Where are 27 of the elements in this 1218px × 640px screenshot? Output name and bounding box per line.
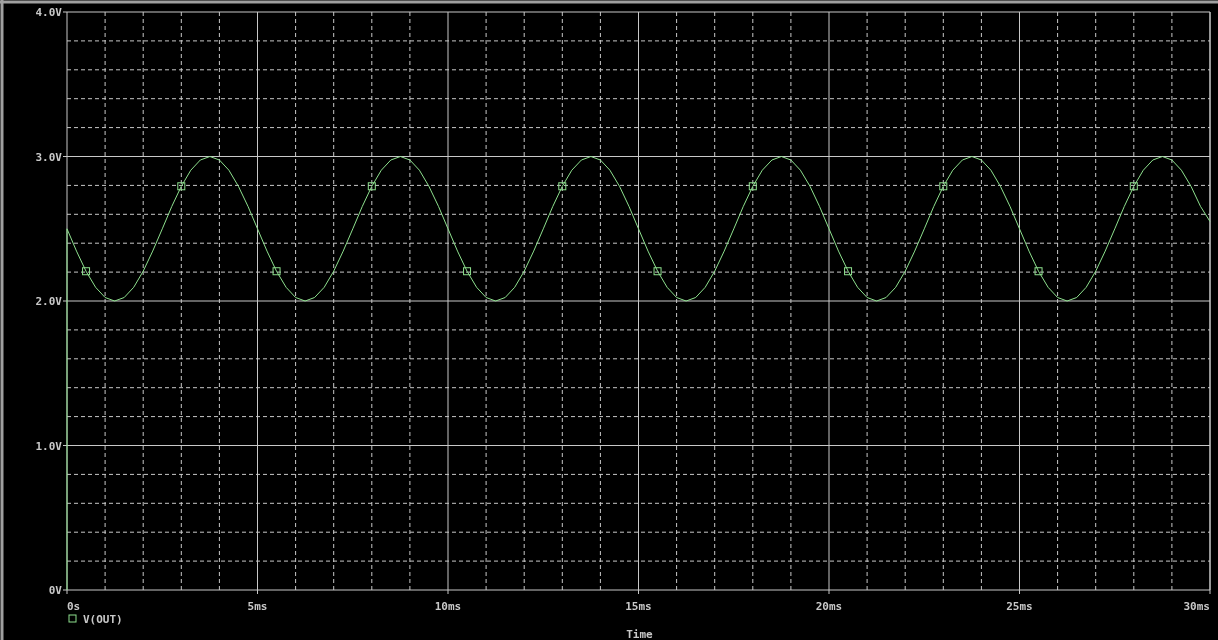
y-axis-label: 2.0V xyxy=(35,295,62,308)
data-marker xyxy=(177,182,186,191)
data-marker xyxy=(748,182,757,191)
y-axis-label: 3.0V xyxy=(35,150,62,164)
x-axis-title: Time xyxy=(626,628,653,640)
legend-label: V(OUT) xyxy=(83,613,123,626)
y-axis-label: 1.0V xyxy=(35,439,62,453)
x-axis-label: 30ms xyxy=(1183,600,1210,613)
data-marker xyxy=(463,267,472,276)
x-axis-label: 20ms xyxy=(815,600,843,613)
y-axis-label: 4.0V xyxy=(35,6,62,19)
data-marker xyxy=(1034,267,1043,276)
data-marker xyxy=(653,267,662,276)
x-axis-label: 25ms xyxy=(1006,600,1033,613)
x-axis-label: 0s xyxy=(67,600,81,613)
x-axis-label: 5ms xyxy=(247,600,268,613)
data-marker xyxy=(272,267,281,276)
data-marker xyxy=(844,267,853,276)
data-marker xyxy=(82,267,91,276)
x-axis-label: 15ms xyxy=(625,600,652,613)
data-marker xyxy=(367,182,376,191)
data-marker xyxy=(939,182,948,191)
data-marker xyxy=(558,182,567,191)
y-axis-label: 0V xyxy=(48,584,62,597)
x-axis-label: 10ms xyxy=(434,600,462,613)
data-marker xyxy=(1129,182,1138,191)
legend-marker-icon xyxy=(68,614,77,623)
